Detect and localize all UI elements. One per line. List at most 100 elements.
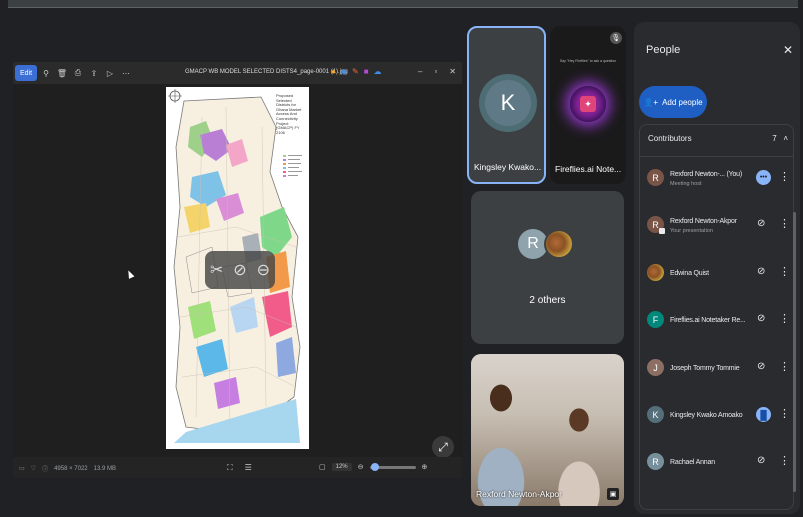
fireflies-caption: Say "Hey Fireflies" to ask a question [559, 59, 617, 63]
zoom-icon[interactable]: ⚲ [39, 69, 53, 78]
add-people-label: Add people [662, 97, 703, 107]
scrollbar[interactable] [793, 212, 796, 492]
minimize-icon[interactable]: – [418, 67, 422, 76]
screenshare-overlay: ✂ ⊘ ⊖ [205, 251, 275, 289]
file-name: GMACP WB MODEL SELECTED DISTS4_page-0001… [185, 69, 348, 75]
edit-button[interactable]: Edit [15, 65, 37, 81]
heart-icon[interactable]: ♡ [31, 465, 36, 472]
more-icon[interactable]: ⋮ [779, 217, 790, 230]
mic-icon: 🎙 [610, 32, 622, 44]
tile-name: Kingsley Kwako... [474, 162, 542, 172]
pin-icon[interactable]: ✂ [210, 260, 223, 280]
tile-video[interactable]: Rexford Newton-Akpor ▣ [471, 354, 624, 506]
expand-icon[interactable]: ⤢ [432, 436, 454, 458]
add-person-icon: 👤+ [643, 97, 659, 107]
more-icon[interactable]: ⋮ [779, 454, 790, 467]
add-people-button[interactable]: 👤+ Add people [639, 86, 707, 118]
image-dims: 4958 × 7022 [54, 465, 88, 472]
avatar-photo [544, 229, 574, 259]
more-icon[interactable]: ⋮ [779, 360, 790, 373]
avatar: K [647, 406, 664, 423]
zoom-in-icon[interactable]: ⊕ [422, 463, 428, 471]
present-icon: ▣ [607, 488, 619, 500]
more-icon[interactable]: ⋮ [779, 265, 790, 278]
slideshow-icon[interactable]: ▷ [103, 69, 117, 78]
tile-fireflies[interactable]: 🎙 Say "Hey Fireflies" to ask a question … [550, 26, 626, 184]
cloud-icon[interactable]: ☁ [374, 67, 382, 76]
fit-icon[interactable]: ▢ [319, 463, 326, 471]
contributors-section: Contributors 7 ˄ R Rexford Newton-... (Y… [639, 124, 794, 510]
mic-off-icon[interactable]: ⊘ [757, 266, 765, 277]
mic-off-icon[interactable]: ⊘ [757, 361, 765, 372]
designer-icon[interactable]: ■ [364, 67, 369, 76]
film-icon[interactable]: ▭ [19, 465, 25, 472]
mic-off-icon[interactable]: ⊘ [757, 313, 765, 324]
avatar: R [647, 169, 664, 186]
mic-off-icon[interactable]: ⊘ [757, 218, 765, 229]
viewer-toolbar: Edit ⚲ 🗑 ⎙ ⇪ ▷ ⋯ GMACP WB MODEL SELECTED… [13, 62, 462, 84]
presentation-window: Edit ⚲ 🗑 ⎙ ⇪ ▷ ⋯ GMACP WB MODEL SELECTED… [13, 62, 462, 478]
crop-icon[interactable]: ⛶ [227, 463, 233, 473]
participant-name: Rexford Newton-Akpor [670, 218, 737, 225]
participant-row[interactable]: J Joseph Tommy Tommie ⊘ ⋮ [647, 357, 793, 387]
viewer-status-bar: ▭ ♡ ⓘ 4958 × 7022 13.9 MB ⛶ ☰ ▢ 12% ⊖ ⊕ [13, 457, 462, 478]
participant-name: Rexford Newton-... (You) [670, 171, 742, 178]
participant-name: Joseph Tommy Tommie [670, 365, 740, 372]
dots-icon[interactable]: ••• [756, 170, 771, 185]
mic-off-icon[interactable]: ⊘ [757, 455, 765, 466]
participant-role: Your presentation [670, 228, 713, 234]
others-label: 2 others [529, 295, 566, 306]
info-icon[interactable]: ⓘ [42, 464, 48, 473]
zoom-slider[interactable] [369, 462, 416, 471]
avatar: K [485, 80, 531, 126]
more-icon[interactable]: ⋮ [779, 407, 790, 420]
chevron-up-icon[interactable]: ˄ [783, 134, 788, 143]
participant-row[interactable]: K Kingsley Kwako Amoako ▐▌ ⋮ [647, 404, 793, 434]
print-icon[interactable]: ⎙ [71, 68, 85, 78]
zoom-out-icon[interactable]: ⊖ [358, 463, 364, 471]
mouse-cursor [125, 269, 135, 279]
mute-icon[interactable]: ⊘ [233, 260, 246, 280]
pen-icon[interactable]: ● [331, 67, 336, 76]
copilot-icon[interactable]: ◆ [341, 67, 347, 76]
paint-icon[interactable]: ✎ [352, 67, 359, 76]
map-title: Proposed Selected Districts for Ghana Ma… [276, 93, 302, 135]
zoom-level[interactable]: 12% [331, 463, 352, 471]
more-icon[interactable]: ⋮ [779, 170, 790, 183]
fireflies-logo-mark: ✦ [580, 96, 596, 112]
participant-row[interactable]: F Fireflies.ai Notetaker Re... ⊘ ⋮ [647, 309, 793, 339]
tile-kingsley[interactable]: K Kingsley Kwako... [467, 26, 546, 184]
participant-row[interactable]: Edwina Quist ⊘ ⋮ [647, 262, 793, 292]
contributors-count: 7 [772, 134, 777, 143]
close-icon[interactable]: ✕ [783, 43, 793, 57]
delete-icon[interactable]: 🗑 [55, 69, 69, 78]
tile-name: Rexford Newton-Akpor [476, 489, 562, 499]
remove-icon[interactable]: ⊖ [257, 260, 270, 280]
close-icon[interactable]: ✕ [449, 67, 456, 76]
zoom-knob[interactable] [370, 462, 379, 471]
participant-row[interactable]: R Rexford Newton-Akpor Your presentation… [647, 214, 793, 244]
participant-row[interactable]: R Rachael Annan ⊘ ⋮ [647, 451, 793, 481]
participant-row[interactable]: R Rexford Newton-... (You) Meeting host … [647, 167, 793, 197]
avatar: J [647, 359, 664, 376]
tile-name: Fireflies.ai Note... [555, 164, 622, 174]
divider [640, 156, 793, 157]
fireflies-logo: ✦ [570, 86, 606, 122]
participant-role: Meeting host [670, 181, 702, 187]
share-icon[interactable]: ⇪ [87, 69, 101, 78]
file-size: 13.9 MB [93, 465, 116, 472]
participant-name: Fireflies.ai Notetaker Re... [670, 317, 746, 324]
more-icon[interactable]: ⋯ [119, 69, 133, 78]
video-person [471, 362, 541, 506]
adjust-icon[interactable]: ☰ [245, 463, 252, 473]
avatar-photo [647, 264, 664, 281]
restore-icon[interactable]: ▫ [434, 67, 437, 76]
contributors-count-wrap: 7 ˄ [772, 134, 788, 143]
more-icon[interactable]: ⋮ [779, 312, 790, 325]
presenting-icon [659, 228, 665, 234]
panel-title: People [646, 44, 681, 56]
tile-others[interactable]: R 2 others [471, 191, 624, 344]
participant-name: Kingsley Kwako Amoako [670, 412, 743, 419]
people-panel: People ✕ 👤+ Add people Contributors 7 ˄ … [634, 22, 800, 514]
contributors-header[interactable]: Contributors 7 ˄ [648, 134, 788, 143]
